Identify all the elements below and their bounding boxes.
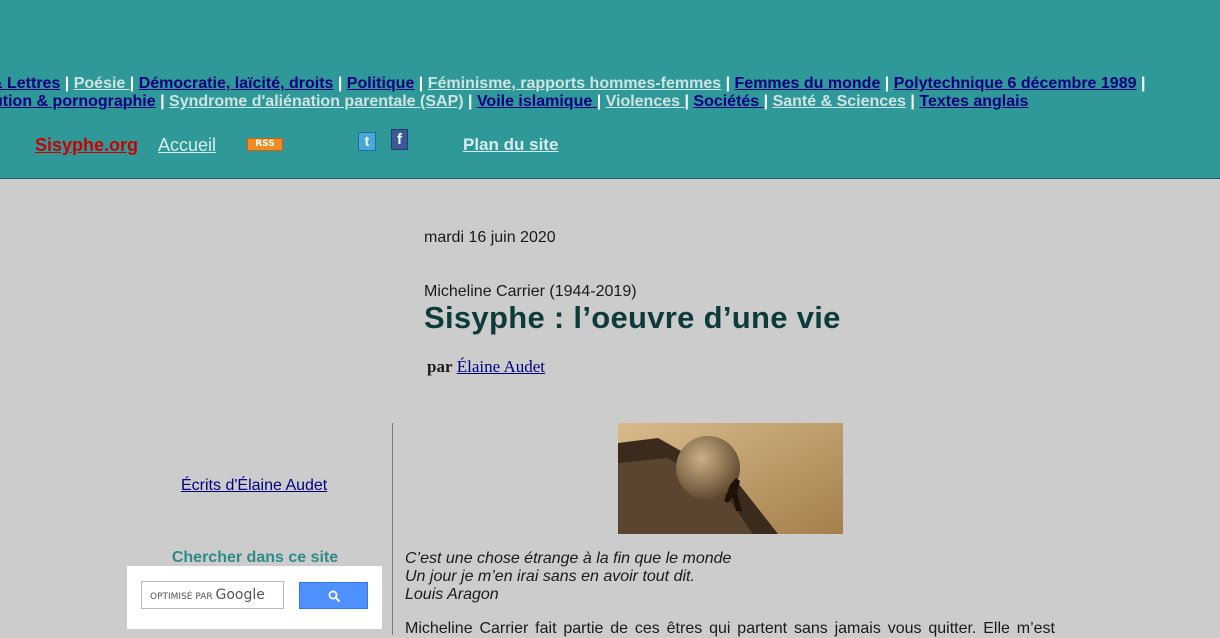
sisyphus-boulder-image <box>618 423 843 534</box>
byline-author-link[interactable]: Élaine Audet <box>457 357 545 376</box>
nav-link[interactable]: Santé & Sciences <box>773 93 906 110</box>
nav-separator: | <box>905 93 920 110</box>
nav-link[interactable]: & Lettres <box>0 75 60 92</box>
nav-separator: | <box>414 75 428 92</box>
byline: par Élaine Audet <box>427 357 545 377</box>
column-divider <box>392 423 393 635</box>
nav-link[interactable]: Femmes du monde <box>735 75 881 92</box>
nav-link[interactable]: Syndrome d'aliénation parentale (SAP) <box>169 93 464 110</box>
nav-separator: | <box>129 75 139 92</box>
nav-link[interactable]: ution & pornographie <box>0 93 156 110</box>
nav-separator: | <box>880 75 894 92</box>
nav-separator: | <box>155 93 170 110</box>
home-link[interactable]: Accueil <box>158 135 216 156</box>
site-header: & Lettres | Poésie | Démocratie, laïcité… <box>0 0 1220 179</box>
sitemap-link[interactable]: Plan du site <box>463 135 558 155</box>
nav-link[interactable]: Poésie <box>74 75 130 92</box>
article-title: Sisyphe : l’oeuvre d’une vie <box>424 300 841 335</box>
nav-separator: | <box>763 93 773 110</box>
sidebar-writings-link[interactable]: Écrits d'Élaine Audet <box>181 477 327 495</box>
rss-icon[interactable]: RSS <box>247 138 283 151</box>
nav-link[interactable]: Sociétés <box>693 93 763 110</box>
article-date: mardi 16 juin 2020 <box>424 229 556 246</box>
article-subject: Micheline Carrier (1944-2019) <box>424 283 637 300</box>
nav-separator: | <box>596 93 606 110</box>
nav-link[interactable]: Démocratie, laïcité, droits <box>139 75 334 92</box>
nav-separator: | <box>463 93 477 110</box>
search-input[interactable]: OPTIMISÉ PAR Google <box>141 581 284 609</box>
search-icon <box>328 590 341 603</box>
nav-separator: | <box>1136 75 1146 92</box>
nav-separator: | <box>721 75 735 92</box>
nav-link[interactable]: Politique <box>347 75 415 92</box>
quote-attribution: Louis Aragon <box>405 586 499 603</box>
facebook-icon[interactable]: f <box>391 129 408 150</box>
search-button[interactable] <box>299 582 368 609</box>
google-brand: Google <box>215 587 265 603</box>
nav-separator: | <box>60 75 74 92</box>
article-quote: C’est une chose étrange à la fin que le … <box>405 550 731 604</box>
nav-link[interactable]: Polytechnique 6 décembre 1989 <box>894 75 1137 92</box>
nav-link[interactable]: Voile islamique <box>477 93 597 110</box>
category-nav-line-1: & Lettres | Poésie | Démocratie, laïcité… <box>0 75 1145 93</box>
nav-link[interactable]: Féminisme, rapports hommes-femmes <box>428 75 721 92</box>
article-body: Micheline Carrier fait partie de ces êtr… <box>405 620 1055 637</box>
site-name-link[interactable]: Sisyphe.org <box>35 135 138 156</box>
search-placeholder-prefix: OPTIMISÉ PAR <box>150 592 216 602</box>
nav-link[interactable]: Violences <box>606 93 685 110</box>
search-box: OPTIMISÉ PAR Google <box>127 566 382 629</box>
twitter-icon[interactable]: t <box>358 132 376 151</box>
nav-separator: | <box>333 75 347 92</box>
quote-line: Un jour je m’en irai sans en avoir tout … <box>405 568 695 585</box>
category-nav-line-2: ution & pornographie | Syndrome d'aliéna… <box>0 93 1028 111</box>
byline-prefix: par <box>427 357 453 376</box>
nav-link[interactable]: Textes anglais <box>919 93 1028 110</box>
quote-line: C’est une chose étrange à la fin que le … <box>405 550 732 567</box>
